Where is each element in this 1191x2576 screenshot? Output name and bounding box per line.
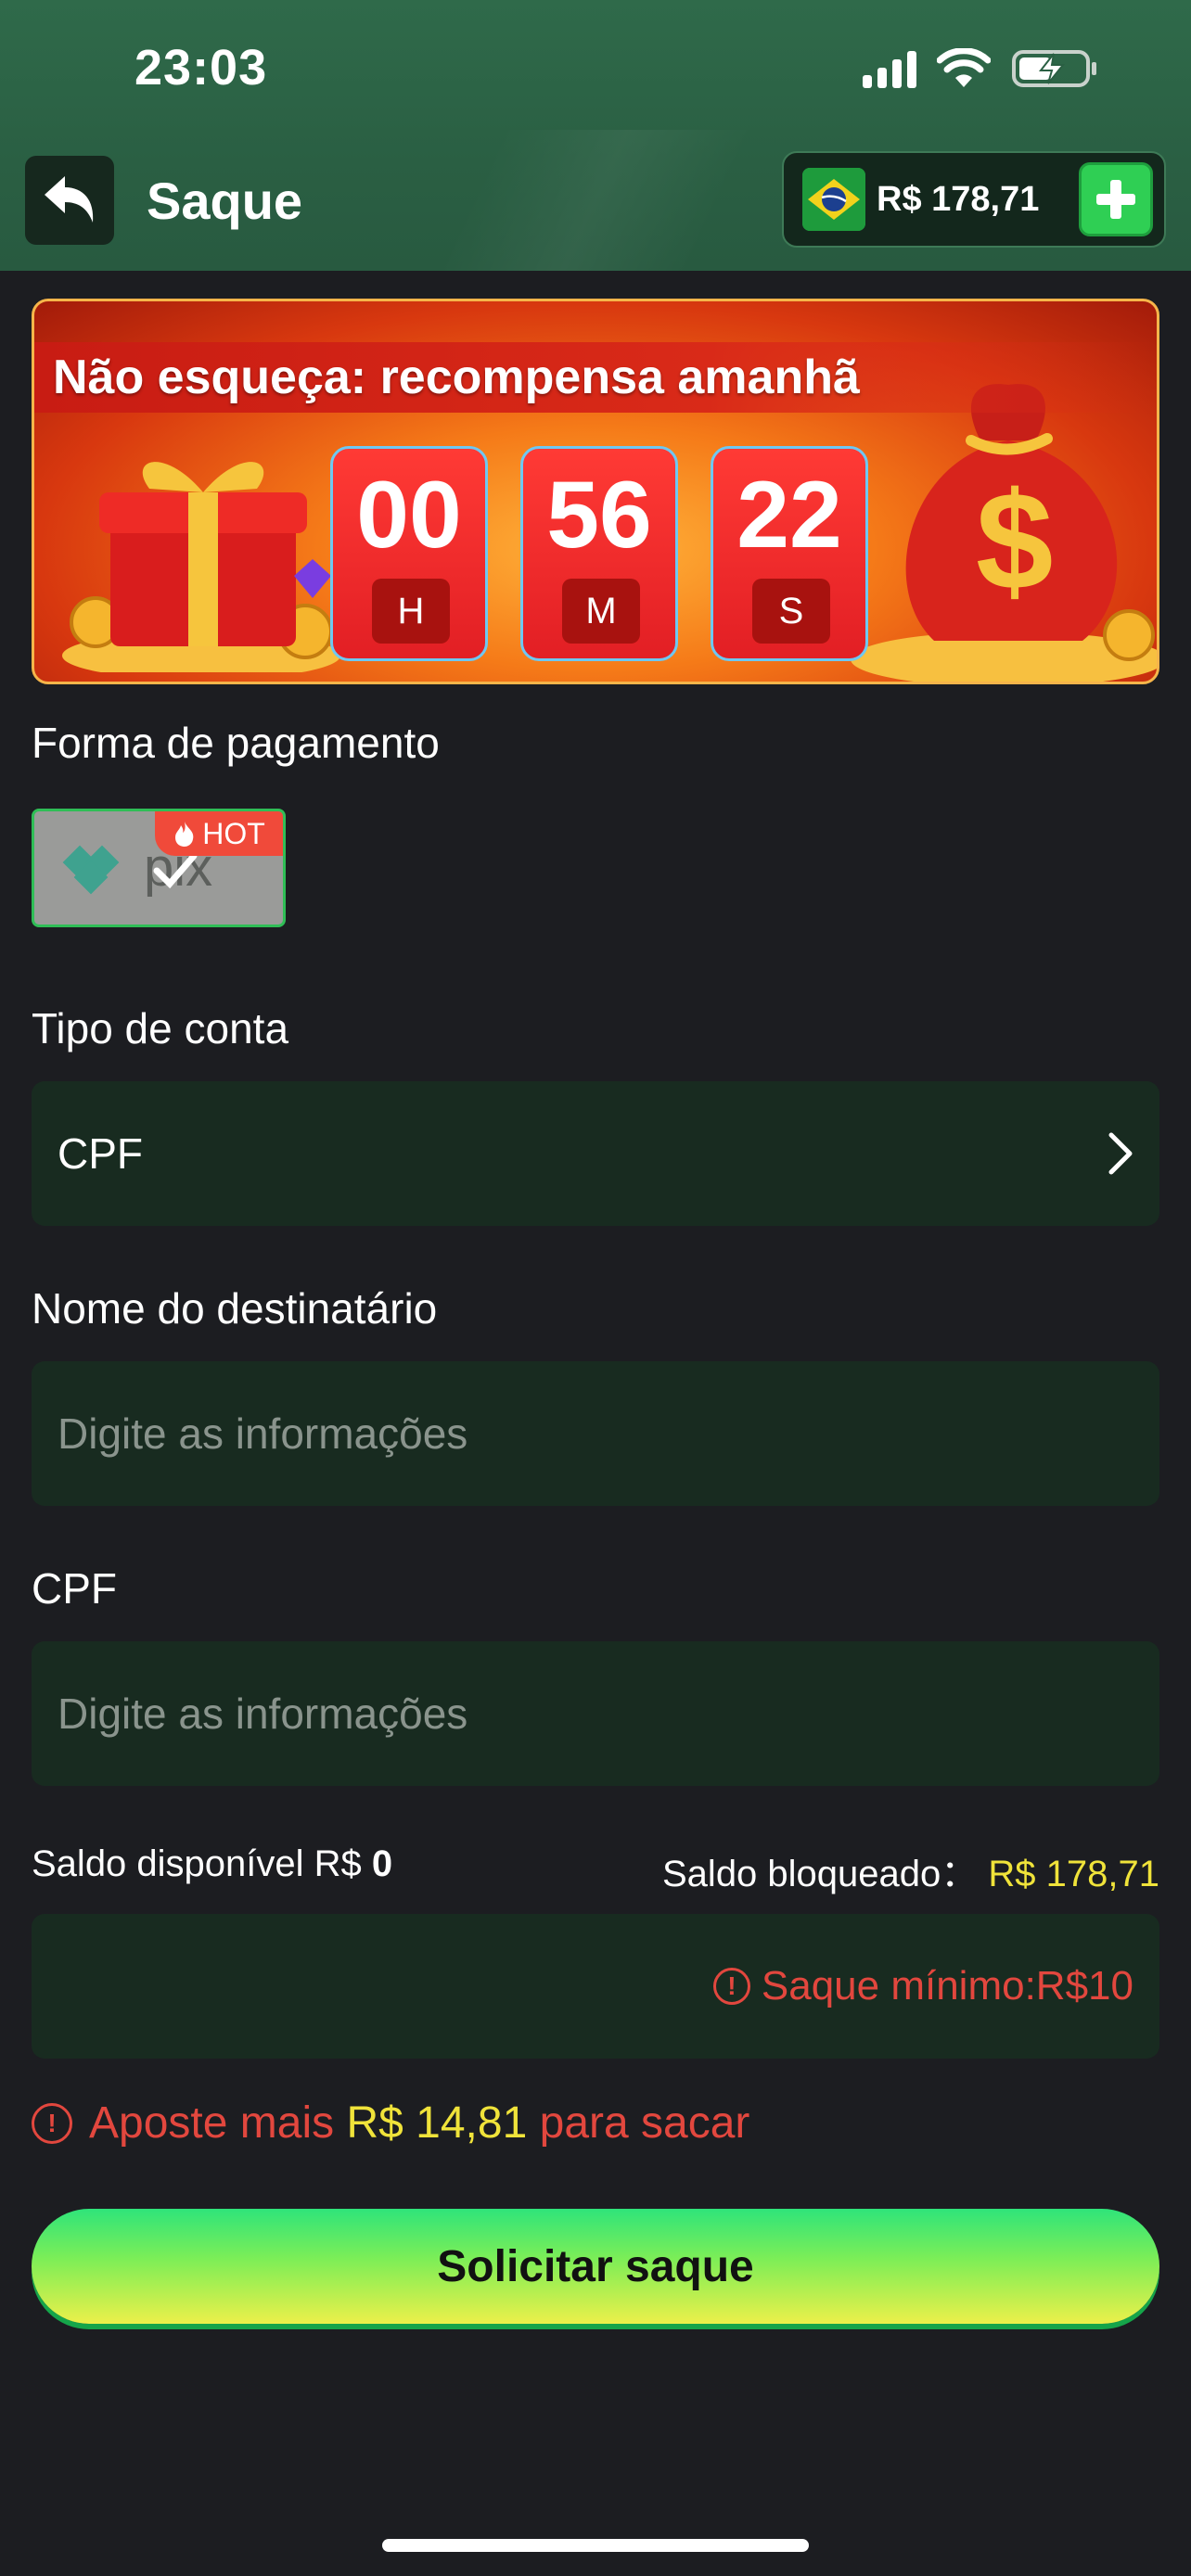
back-arrow-icon <box>45 176 94 223</box>
alert-icon: ! <box>712 1968 750 2005</box>
account-type-value: CPF <box>58 1129 143 1178</box>
request-withdraw-button[interactable]: Solicitar saque <box>32 2209 1159 2324</box>
account-type-label: Tipo de conta <box>32 1004 289 1052</box>
deposit-add-button[interactable] <box>1079 162 1153 236</box>
balances-row: Saldo disponível R$ 0 Saldo bloqueado： R… <box>32 1843 1159 1897</box>
recipient-name-label: Nome do destinatário <box>32 1284 438 1333</box>
timer-seconds-unit: S <box>752 579 830 644</box>
blocked-balance-label: Saldo bloqueado： <box>662 1854 979 1894</box>
brazil-flag-icon <box>802 168 865 231</box>
recipient-name-input[interactable] <box>58 1409 1133 1459</box>
flame-icon <box>175 822 194 847</box>
balance-amount: R$ 178,71 <box>877 179 1040 219</box>
back-button[interactable] <box>25 156 114 245</box>
bet-requirement-note: ! Aposte mais R$ 14,81 para sacar <box>32 2098 749 2149</box>
blocked-balance: Saldo bloqueado： R$ 178,71 <box>662 1843 1159 1897</box>
hot-badge: HOT <box>155 811 283 856</box>
account-type-select[interactable]: CPF <box>32 1081 1159 1226</box>
cpf-field <box>32 1641 1159 1786</box>
cpf-input[interactable] <box>58 1689 1133 1739</box>
app-header: 23:03 Saque R$ 178,71 <box>0 0 1191 271</box>
timer-seconds-value: 22 <box>736 462 842 567</box>
bet-note-suffix: para sacar <box>539 2098 750 2148</box>
recipient-name-field <box>32 1361 1159 1506</box>
timer-minutes: 56 M <box>520 446 678 661</box>
cellular-signal-icon <box>863 49 916 88</box>
page-title: Saque <box>147 172 303 230</box>
chevron-right-icon <box>1108 1132 1133 1175</box>
gift-box-illustration <box>62 462 340 672</box>
battery-charging-icon <box>1012 50 1096 87</box>
banner-title: Não esqueça: recompensa amanhã <box>53 351 860 404</box>
balance-pill[interactable]: R$ 178,71 <box>782 151 1166 248</box>
alert-icon: ! <box>32 2102 72 2144</box>
svg-text:$: $ <box>976 463 1053 618</box>
timer-hours: 00 H <box>330 446 488 661</box>
timer-minutes-unit: M <box>562 579 640 644</box>
status-time: 23:03 <box>134 40 268 96</box>
timer-hours-value: 00 <box>356 462 462 567</box>
withdraw-amount-field[interactable]: ! Saque mínimo:R$10 <box>32 1914 1159 2059</box>
payment-method-label: Forma de pagamento <box>32 719 440 767</box>
wifi-icon <box>937 48 991 87</box>
payment-option-pix[interactable]: pix HOT <box>32 809 286 927</box>
available-balance-value: 0 <box>371 1843 393 1884</box>
bet-note-prefix: Aposte mais <box>89 2098 335 2148</box>
plus-icon <box>1096 180 1135 219</box>
timer-minutes-value: 56 <box>546 462 652 567</box>
available-balance: Saldo disponível R$ 0 <box>32 1843 392 1897</box>
blocked-balance-value: R$ 178,71 <box>988 1854 1159 1894</box>
timer-hours-unit: H <box>372 579 450 644</box>
min-withdraw-note: ! Saque mínimo:R$10 <box>712 1963 1133 2009</box>
cpf-label: CPF <box>32 1564 117 1613</box>
min-withdraw-text: Saque mínimo:R$10 <box>761 1963 1133 2009</box>
timer-seconds: 22 S <box>711 446 868 661</box>
hot-badge-text: HOT <box>202 816 265 850</box>
bet-note-amount: R$ 14,81 <box>346 2098 528 2148</box>
home-indicator <box>382 2539 809 2552</box>
status-icons <box>863 48 1098 89</box>
available-balance-label: Saldo disponível R$ <box>32 1843 362 1884</box>
reward-countdown-banner[interactable]: $ Não esqueça: recompensa amanhã 00 H 56… <box>32 299 1159 684</box>
